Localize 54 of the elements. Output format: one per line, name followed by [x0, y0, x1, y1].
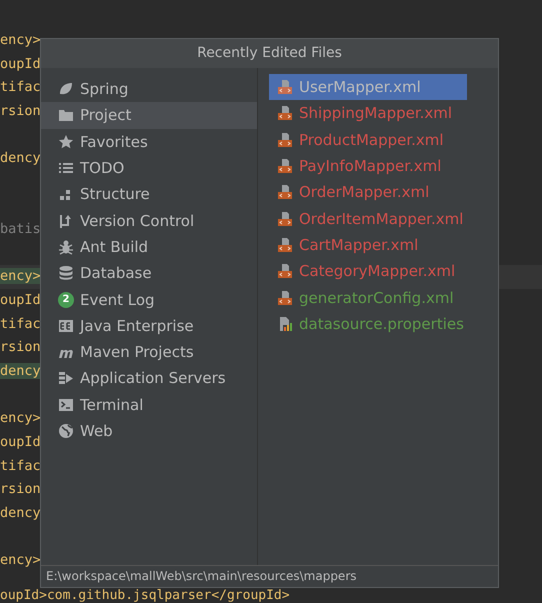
- file-item[interactable]: datasource.properties: [269, 310, 467, 337]
- xml-file-icon: [277, 210, 293, 227]
- tool-window-item[interactable]: Database: [41, 260, 257, 286]
- tool-window-item[interactable]: Version Control: [41, 207, 257, 234]
- xml-file-icon: [277, 79, 293, 96]
- code-line: ency>: [0, 552, 41, 568]
- ee-icon: [58, 318, 74, 334]
- popup-title: Recently Edited Files: [41, 39, 498, 68]
- code-line: rsion: [0, 339, 41, 356]
- xml-file-icon: [277, 290, 293, 306]
- tool-window-item[interactable]: 2 Event Log: [41, 286, 257, 313]
- globe-icon: [58, 423, 74, 439]
- xml-file-icon: [277, 263, 293, 280]
- tool-window-item[interactable]: Web: [41, 418, 257, 444]
- tool-window-item[interactable]: TODO: [41, 154, 257, 182]
- tool-window-item[interactable]: Ant Build: [41, 234, 257, 260]
- server-icon: [58, 370, 74, 386]
- tool-window-item[interactable]: Maven Projects: [41, 338, 257, 366]
- star-icon: [58, 134, 74, 150]
- tool-window-item[interactable]: Terminal: [41, 392, 257, 418]
- code-line: dency: [0, 150, 41, 166]
- xml-file-icon: [277, 105, 293, 122]
- code-line: rsion: [0, 102, 41, 119]
- folder-icon: [58, 107, 74, 124]
- branch-icon: [58, 212, 74, 229]
- tool-window-item[interactable]: Structure: [41, 181, 257, 208]
- tool-window-item[interactable]: Spring: [41, 76, 257, 102]
- code-line: tifac: [0, 79, 41, 96]
- code-line: tifac: [0, 316, 41, 332]
- code-line: oupId: [0, 56, 41, 72]
- code-line: ency>: [0, 32, 41, 48]
- code-line: dency: [0, 504, 41, 521]
- code-line: oupId: [0, 434, 41, 450]
- file-item[interactable]: generatorConfig.xml: [269, 284, 467, 311]
- code-line: tifac: [0, 458, 41, 474]
- file-path: E:\workspace\mallWeb\src\main\resources\mappers: [41, 565, 498, 587]
- xml-file-icon: [277, 158, 293, 174]
- terminal-icon: [58, 396, 74, 413]
- count-badge: 2: [58, 292, 74, 308]
- code-line: oupId: [0, 292, 41, 308]
- tool-window-item[interactable]: Project: [41, 102, 257, 129]
- tool-window-item[interactable]: Java Enterprise: [41, 312, 257, 339]
- code-line: batis: [0, 221, 41, 238]
- tool-window-item[interactable]: Application Servers: [41, 365, 257, 392]
- database-icon: [58, 265, 74, 282]
- bug-icon: [58, 238, 74, 255]
- code-line: oupId>com.github.jsqlparser</groupId>: [0, 588, 290, 603]
- xml-file-icon: [277, 132, 293, 148]
- xml-file-icon: [277, 236, 293, 253]
- xml-file-icon: [277, 184, 293, 200]
- code-line: rsion: [0, 481, 41, 498]
- code-line: ency>: [0, 410, 41, 426]
- properties-file-icon: [277, 316, 293, 332]
- tool-window-item[interactable]: Favorites: [41, 128, 257, 155]
